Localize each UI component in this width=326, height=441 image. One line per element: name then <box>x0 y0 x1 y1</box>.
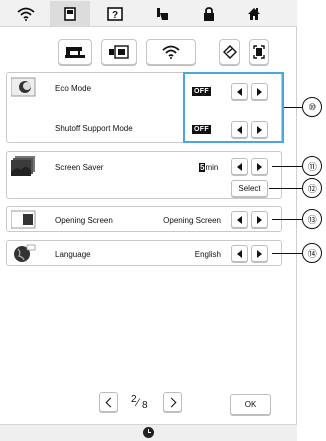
opening-screen-label: Opening Screen <box>55 216 113 225</box>
callout-line-13 <box>272 219 302 220</box>
chevron-left-icon <box>105 397 115 407</box>
presser-foot-tab[interactable] <box>143 1 183 26</box>
language-label: Language <box>55 250 91 259</box>
language-value: English <box>194 250 221 259</box>
opening-screen-value: Opening Screen <box>163 216 221 225</box>
machine-settings-icon <box>65 47 85 58</box>
screen-saver-increase-button[interactable] <box>251 158 268 175</box>
page-slash: ⁄ <box>137 397 139 409</box>
embroidery-settings-button[interactable] <box>101 39 137 65</box>
embroidery-settings-icon <box>109 45 129 59</box>
page-indicator: 2 ⁄ 8 <box>128 393 154 413</box>
settings-screen: ? Eco Mode OFF Shutoff Support Mode OFF … <box>0 0 297 441</box>
sewing-guide-icon <box>222 45 237 59</box>
callout-line-10 <box>284 107 302 108</box>
page-total: 8 <box>142 400 148 411</box>
sewing-guide-button[interactable] <box>219 39 240 65</box>
arrow-right-icon <box>257 215 262 224</box>
previous-page-button[interactable] <box>99 392 118 412</box>
screen-saver-icon <box>11 156 37 178</box>
document-icon <box>64 6 76 21</box>
callout-line-14 <box>272 253 302 254</box>
page-current: 2 <box>131 394 137 405</box>
callout-12: ⑫ <box>302 178 322 198</box>
frame-icon <box>253 45 265 59</box>
arrow-right-icon <box>257 249 262 258</box>
screen-saver-label: Screen Saver <box>55 163 104 172</box>
screen-saver-panel: Screen Saver 5min Select <box>6 151 282 199</box>
callout-11: ⑪ <box>302 156 322 176</box>
screen-saver-value: 5min <box>199 163 218 172</box>
arrow-right-icon <box>257 162 262 171</box>
eco-mode-highlight <box>183 72 284 143</box>
callout-13: ⑬ <box>302 209 322 229</box>
callout-10: ⑩ <box>302 97 322 117</box>
chevron-right-icon <box>166 397 176 407</box>
screen-saver-decrease-button[interactable] <box>231 158 248 175</box>
opening-screen-panel: Opening Screen Opening Screen <box>6 206 282 232</box>
language-increase-button[interactable] <box>251 245 268 262</box>
arrow-left-icon <box>237 215 242 224</box>
shutoff-support-label: Shutoff Support Mode <box>55 124 133 133</box>
wifi-icon <box>17 7 35 21</box>
home-tab[interactable] <box>234 1 274 26</box>
opening-screen-decrease-button[interactable] <box>231 211 248 228</box>
eco-mode-label: Eco Mode <box>55 84 92 93</box>
wifi-tab[interactable] <box>6 1 46 26</box>
lock-tab[interactable] <box>189 1 229 26</box>
document-tab[interactable] <box>50 1 90 26</box>
next-page-button[interactable] <box>163 392 182 412</box>
callout-14: ⑭ <box>302 243 322 263</box>
globe-icon <box>12 244 36 263</box>
machine-settings-button[interactable] <box>58 39 92 65</box>
svg-text:?: ? <box>112 10 118 21</box>
home-icon <box>248 7 260 20</box>
help-tab[interactable]: ? <box>95 1 135 26</box>
wireless-settings-button[interactable] <box>146 39 196 65</box>
language-panel: Language English <box>6 240 282 266</box>
language-decrease-button[interactable] <box>231 245 248 262</box>
opening-screen-icon <box>10 210 37 229</box>
clock-icon <box>143 427 154 438</box>
wireless-settings-icon <box>162 45 180 59</box>
eco-mode-icon <box>10 77 37 97</box>
callout-line-11 <box>272 166 302 167</box>
arrow-left-icon <box>237 162 242 171</box>
bottom-bar <box>0 424 297 441</box>
frame-button[interactable] <box>249 39 269 65</box>
callout-line-12 <box>269 188 302 189</box>
opening-screen-increase-button[interactable] <box>251 211 268 228</box>
presser-foot-icon <box>157 7 168 20</box>
lock-icon <box>204 6 214 21</box>
category-bar: ? <box>0 0 297 27</box>
arrow-left-icon <box>237 249 242 258</box>
screen-saver-value-unit: min <box>205 163 219 172</box>
help-icon: ? <box>107 6 123 21</box>
ok-button[interactable]: OK <box>230 394 271 415</box>
screen-saver-select-button[interactable]: Select <box>231 180 268 197</box>
